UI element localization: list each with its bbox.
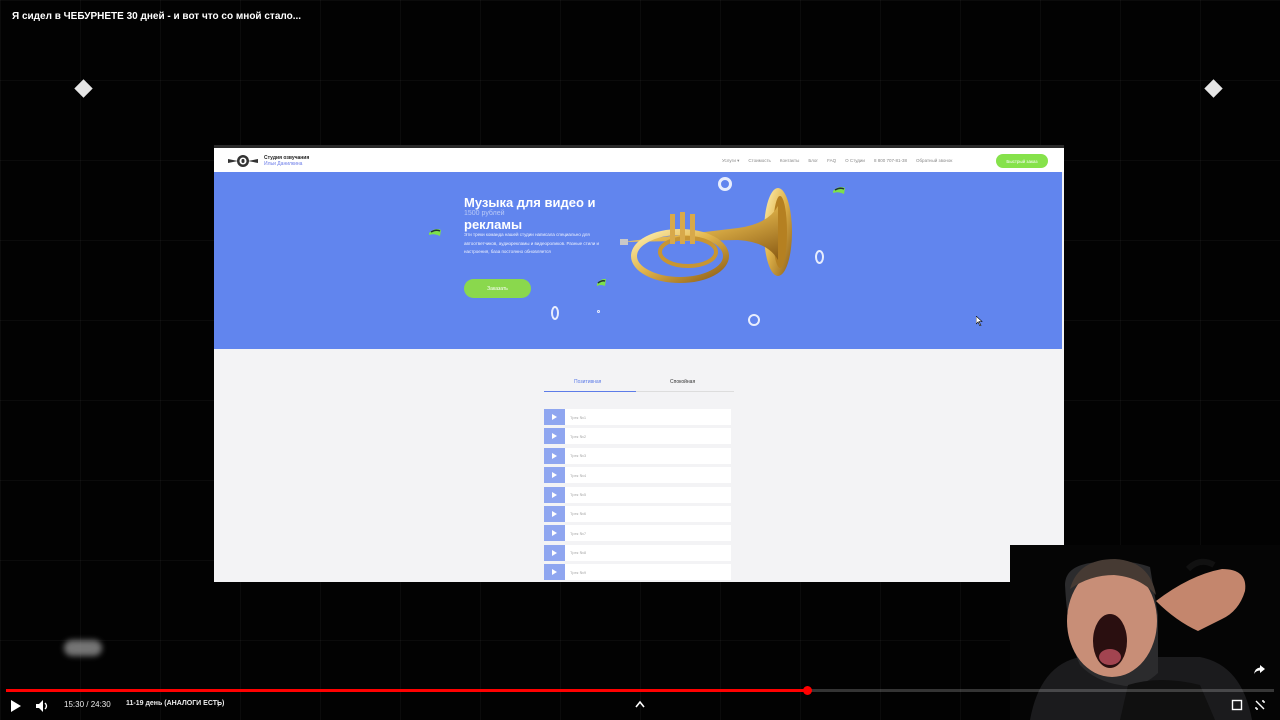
track-row[interactable]: Трек №3: [544, 447, 731, 464]
video-title: Я сидел в ЧЕБУРНЕТЕ 30 дней - и вот что …: [12, 11, 302, 22]
track-title: Трек №6: [570, 511, 587, 517]
player-controls: 15:30 / 24:30 11-19 день (АНАЛОГИ ЕСТЬ) …: [0, 694, 1280, 720]
track-list: Трек №1 Трек №2 Трек №3 Трек №4 Трек №5 …: [544, 409, 731, 582]
volume-icon[interactable]: [35, 699, 49, 713]
chapter-title[interactable]: 11-19 день (АНАЛОГИ ЕСТЬ): [126, 700, 224, 707]
nav-item-blog[interactable]: Блог: [808, 158, 818, 164]
play-icon[interactable]: [544, 564, 565, 581]
play-icon[interactable]: [544, 409, 565, 425]
nav-item-about[interactable]: О Студии: [845, 158, 865, 164]
play-icon[interactable]: [10, 699, 22, 713]
order-button[interactable]: Заказать: [464, 279, 531, 298]
mouse-cursor-icon: [976, 316, 983, 326]
play-icon[interactable]: [544, 525, 565, 542]
quick-order-button[interactable]: Быстрый заказ: [996, 154, 1048, 168]
track-title: Трек №7: [570, 530, 587, 536]
logo-subtitle: Ильи Данилкина: [264, 161, 303, 167]
active-tab-indicator: [544, 391, 636, 392]
site-nav: Услуги ▾ Стоимость Контакты Блог FAQ О С…: [722, 158, 952, 164]
music-note-icon: [597, 278, 606, 286]
chevron-up-icon[interactable]: [634, 699, 646, 709]
ring-decoration: [597, 310, 600, 313]
track-title: Трек №1: [570, 414, 587, 420]
nav-item-callback[interactable]: Обратный звонок: [916, 158, 952, 164]
site-header: Студия озвучания Ильи Данилкина Услуги ▾…: [214, 145, 1064, 172]
track-row[interactable]: Трек №9: [544, 564, 731, 581]
tab-calm[interactable]: Спокойная: [670, 379, 695, 385]
exit-fullscreen-icon[interactable]: [1254, 699, 1266, 711]
track-row[interactable]: Трек №2: [544, 428, 731, 445]
mellophone-image: [620, 188, 792, 283]
progress-played: [6, 689, 808, 692]
nav-item-pricing[interactable]: Стоимость: [748, 158, 771, 164]
play-icon[interactable]: [544, 544, 565, 561]
tab-divider: [636, 391, 734, 392]
track-row[interactable]: Трек №8: [544, 544, 731, 561]
nav-item-faq[interactable]: FAQ: [827, 158, 836, 164]
progress-bar[interactable]: [6, 686, 1274, 695]
track-title: Трек №9: [570, 569, 587, 575]
track-title: Трек №2: [570, 433, 587, 439]
ring-decoration: [748, 314, 760, 326]
track-title: Трек №3: [570, 453, 587, 459]
chapter-arrow-icon[interactable]: ›: [217, 699, 220, 709]
track-row[interactable]: Трек №5: [544, 486, 731, 503]
track-row[interactable]: Трек №6: [544, 505, 731, 522]
share-icon[interactable]: [1253, 664, 1266, 675]
nav-item-services[interactable]: Услуги ▾: [722, 158, 739, 164]
studio-logo-icon: [228, 155, 258, 167]
video-player[interactable]: Я сидел в ЧЕБУРНЕТЕ 30 дней - и вот что …: [0, 0, 1280, 720]
nav-item-contacts[interactable]: Контакты: [780, 158, 799, 164]
music-note-icon: [429, 229, 441, 236]
play-icon[interactable]: [544, 505, 565, 522]
track-tabs: Позитивная Спокойная: [544, 373, 734, 393]
website-capture: Студия озвучания Ильи Данилкина Услуги ▾…: [214, 145, 1064, 582]
track-row[interactable]: Трек №7: [544, 525, 731, 542]
hero-description: Эти треки команда нашей студии написала …: [464, 232, 600, 254]
play-icon[interactable]: [544, 447, 565, 464]
play-icon[interactable]: [544, 428, 565, 445]
hero-section: Музыка для видео и рекламы 1500 рублей Э…: [214, 172, 1062, 349]
blurred-overlay: [64, 640, 102, 656]
play-icon[interactable]: [544, 467, 565, 484]
track-title: Трек №4: [570, 472, 587, 478]
track-row[interactable]: Трек №4: [544, 467, 731, 484]
ring-decoration: [551, 306, 559, 320]
nav-item-phone[interactable]: 8 800 707-81-38: [874, 158, 907, 164]
play-icon[interactable]: [544, 486, 565, 503]
miniplayer-icon[interactable]: [1231, 699, 1243, 711]
tab-positive[interactable]: Позитивная: [574, 379, 601, 385]
track-row[interactable]: Трек №1: [544, 409, 731, 425]
ring-decoration: [718, 177, 732, 191]
time-display: 15:30 / 24:30: [64, 700, 111, 709]
track-title: Трек №8: [570, 550, 587, 556]
track-title: Трек №5: [570, 492, 587, 498]
music-note-icon: [833, 187, 845, 194]
ring-decoration: [815, 250, 824, 264]
hero-ghost-text: 1500 рублей: [464, 210, 505, 217]
